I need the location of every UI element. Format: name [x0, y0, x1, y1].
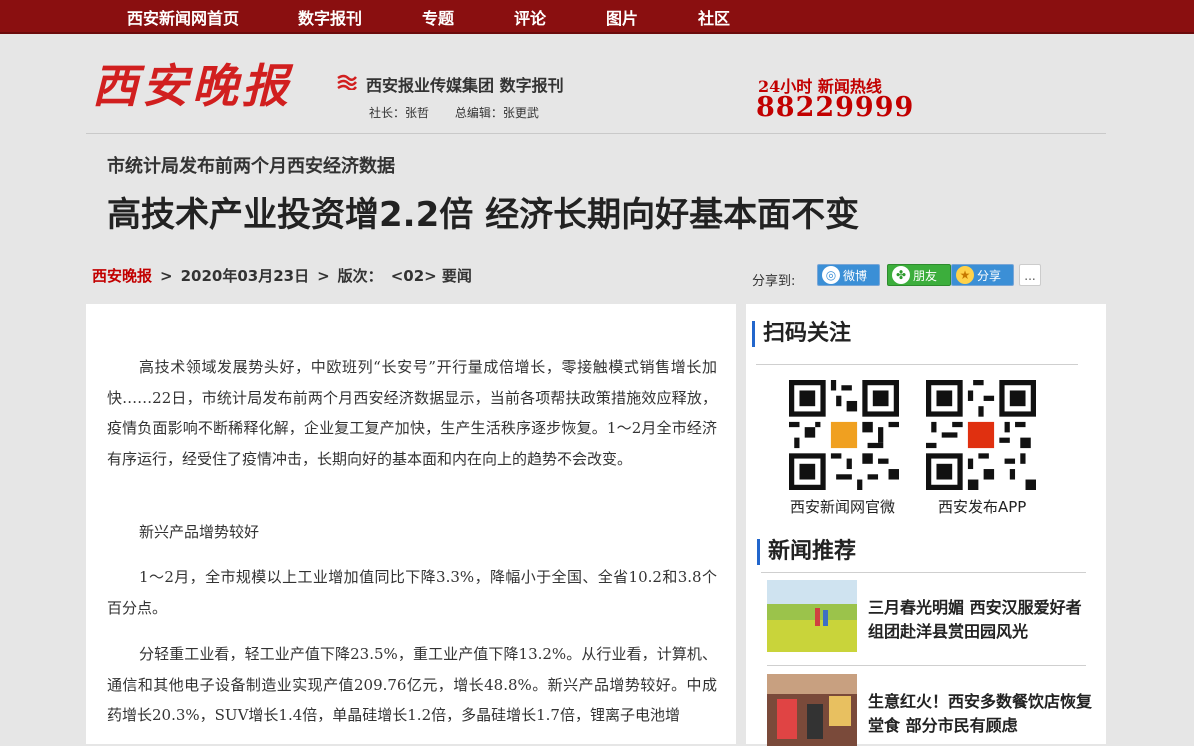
article-paragraph: 分轻重工业看，轻工业产值下降23.5%，重工业产值下降13.2%。从行业看，计算… — [107, 645, 717, 724]
share-friends-label: 朋友 — [913, 269, 938, 283]
article-body: 高技术领域发展势头好，中欧班列“长安号”开行量成倍增长，零接触模式销售增长加快…… — [86, 304, 736, 744]
section-divider — [761, 572, 1086, 573]
news-section-title: 新闻推荐 — [757, 539, 856, 565]
article-subtitle: 市统计局发布前两个月西安经济数据 — [107, 156, 395, 177]
share-label: 分享到: — [752, 274, 796, 289]
breadcrumb-separator: > — [160, 267, 173, 285]
qr-caption-official-weibo: 西安新闻网官微 — [790, 498, 896, 516]
article-paragraph: 新兴产品增势较好 — [139, 523, 260, 541]
qr-code-official-weibo — [789, 380, 899, 490]
share-friends-button[interactable]: ✤ 朋友 — [887, 264, 951, 286]
share-more-label: 分享 — [977, 269, 1002, 283]
nav-digital-paper-link[interactable]: 数字报刊 — [298, 5, 362, 29]
breadcrumb-date[interactable]: 2020年03月23日 — [181, 267, 310, 285]
breadcrumb-edition[interactable]: <02> 要闻 — [391, 267, 472, 285]
share-weibo-button[interactable]: ◎ 微博 — [817, 264, 880, 286]
top-nav-bar: 西安新闻网首页 数字报刊 专题 评论 图片 社区 — [0, 0, 1194, 34]
group-logo-icon — [337, 74, 357, 90]
breadcrumb-paper-link[interactable]: 西安晚报 — [92, 267, 152, 285]
chief-editor-credit: 总编辑：张更武 — [454, 106, 539, 120]
share-weibo-label: 微博 — [843, 269, 868, 283]
qr-caption-xian-release-app: 西安发布APP — [938, 498, 1027, 516]
news-title-link[interactable]: 三月春光明媚 西安汉服爱好者组团赴洋县赏田园风光 — [868, 596, 1092, 644]
article-paragraph: 高技术领域发展势头好，中欧班列“长安号”开行量成倍增长，零接触模式销售增长加快…… — [107, 358, 717, 468]
share-more-button[interactable]: ★ 分享 — [951, 264, 1014, 286]
header-divider — [86, 133, 1106, 134]
xian-evening-news-logo[interactable]: 西安晚报 — [92, 60, 324, 112]
qr-section-title: 扫码关注 — [752, 321, 851, 347]
right-sidebar: 扫码关注 西安新闻网官微 西安发布APP 新闻推荐 三月春光明媚 西安汉服爱好者… — [746, 304, 1106, 746]
hotline-number: 88229999 — [756, 92, 915, 123]
media-group-name: 西安报业传媒集团 数字报刊 — [366, 76, 564, 95]
nav-topics-link[interactable]: 专题 — [422, 5, 454, 29]
qr-code-xian-release-app — [926, 380, 1036, 490]
star-icon: ★ — [956, 266, 974, 284]
news-item[interactable]: 生意红火！西安多数餐饮店恢复堂食 部分市民有顾虑 — [746, 674, 1106, 746]
article-paragraph: 1～2月，全市规模以上工业增加值同比下降3.3%，降幅小于全国、全省10.2和3… — [107, 568, 717, 617]
article-title: 高技术产业投资增2.2倍 经济长期向好基本面不变 — [107, 195, 860, 235]
editor-credits: 社长：张哲 总编辑：张更武 — [369, 104, 561, 121]
news-thumbnail[interactable] — [767, 580, 857, 652]
weibo-icon: ◎ — [822, 266, 840, 284]
clover-icon: ✤ — [892, 266, 910, 284]
nav-photos-link[interactable]: 图片 — [606, 5, 638, 29]
share-ellipsis-button[interactable]: ... — [1019, 264, 1041, 286]
news-thumbnail[interactable] — [767, 674, 857, 746]
president-credit: 社长：张哲 — [369, 106, 430, 120]
news-title-link[interactable]: 生意红火！西安多数餐饮店恢复堂食 部分市民有顾虑 — [868, 690, 1092, 738]
nav-home-link[interactable]: 西安新闻网首页 — [127, 5, 239, 29]
breadcrumb: 西安晚报 >2020年03月23日 > 版次： <02> 要闻 — [92, 265, 472, 286]
nav-community-link[interactable]: 社区 — [698, 5, 730, 29]
news-divider — [767, 665, 1086, 666]
breadcrumb-edition-label: 版次： — [337, 267, 383, 285]
news-item[interactable]: 三月春光明媚 西安汉服爱好者组团赴洋县赏田园风光 — [746, 580, 1106, 660]
breadcrumb-separator: > — [317, 267, 330, 285]
section-divider — [756, 364, 1078, 365]
nav-comment-link[interactable]: 评论 — [514, 5, 546, 29]
